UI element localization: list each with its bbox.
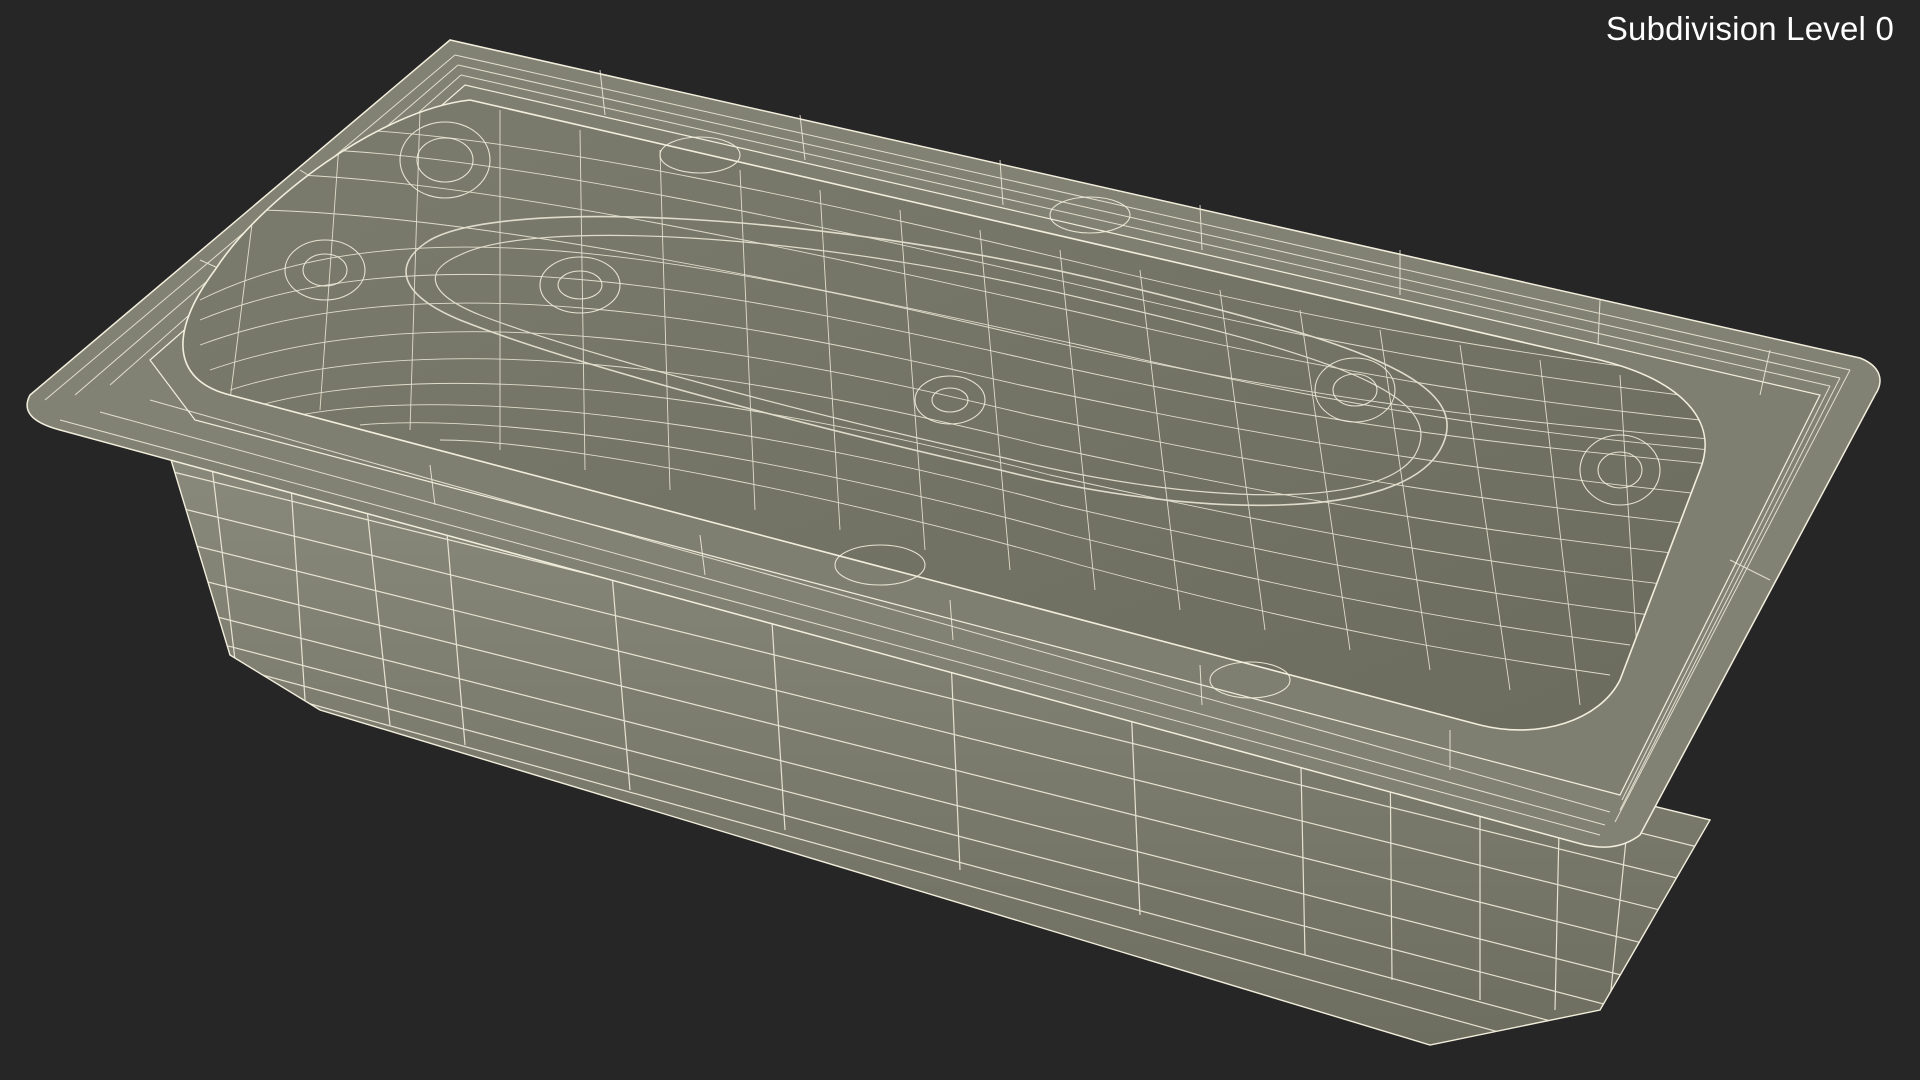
- bathtub-wireframe-model[interactable]: [0, 0, 1920, 1080]
- subdivision-level-label: Subdivision Level 0: [1605, 10, 1894, 47]
- 3d-viewport[interactable]: Subdivision Level 0: [0, 0, 1920, 1080]
